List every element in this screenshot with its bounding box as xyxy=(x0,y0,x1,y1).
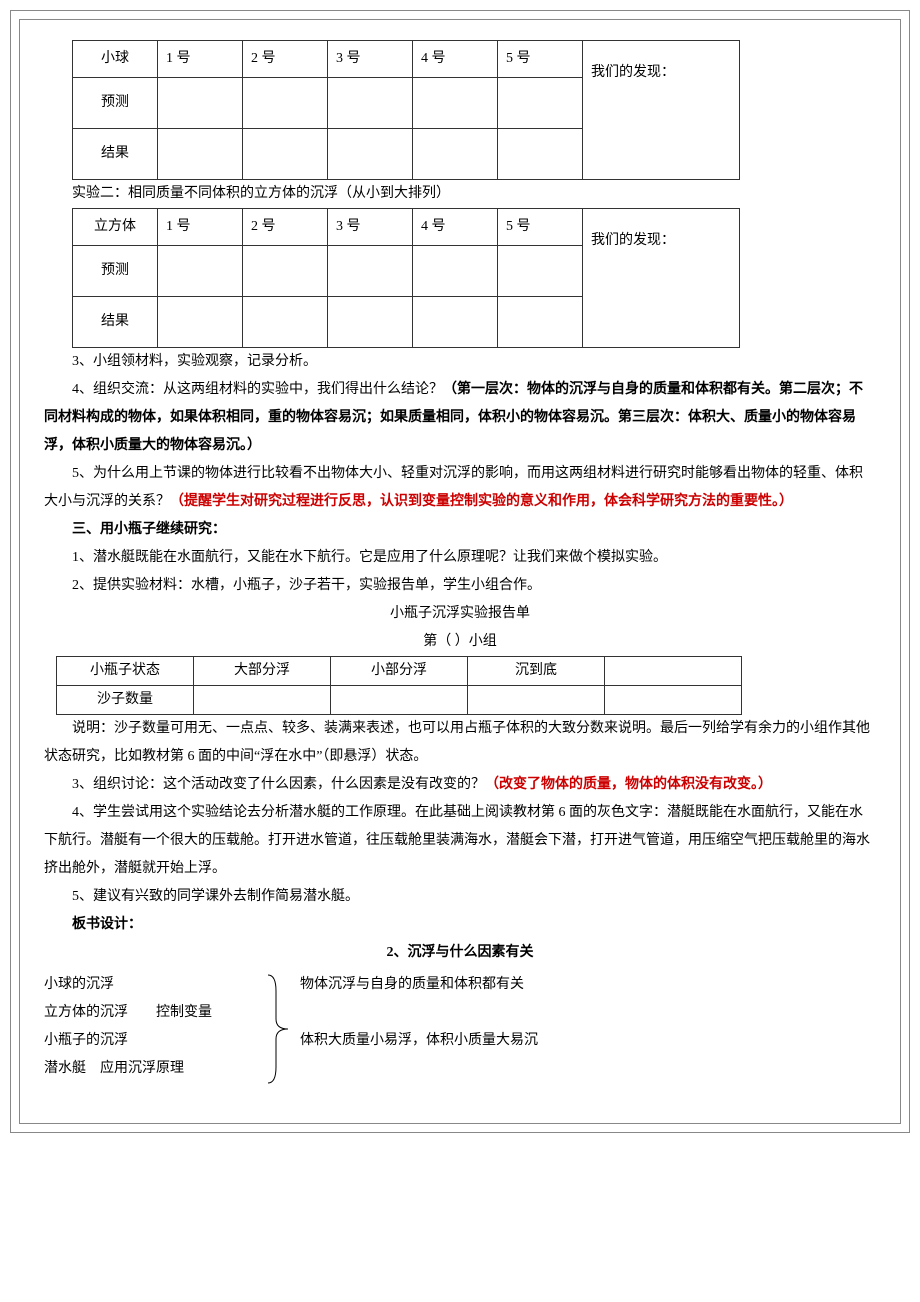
t2-cell xyxy=(413,297,498,348)
board-left: 小球的沉浮 立方体的沉浮 控制变量 小瓶子的沉浮 潜水艇 应用沉浮原理 xyxy=(44,971,264,1083)
t1-cell xyxy=(243,78,328,129)
t2-row3-label: 结果 xyxy=(73,297,158,348)
note1: 说明：沙子数量可用无、一点点、较多、装满来表述，也可以用占瓶子体积的大致分数来说… xyxy=(44,715,876,771)
t1-cell xyxy=(498,129,583,180)
board-right-1: 物体沉浮与自身的质量和体积都有关 xyxy=(300,971,538,999)
group-line: 第（ ）小组 xyxy=(44,628,876,656)
discussion-3: 3、组织讨论：这个活动改变了什么因素，什么因素是没有改变的？（改变了物体的质量，… xyxy=(44,771,876,799)
t1-cell xyxy=(328,129,413,180)
t1-cell xyxy=(158,78,243,129)
board-right-2: 体积大质量小易浮，体积小质量大易沉 xyxy=(300,1027,538,1055)
t1-h-5: 5 号 xyxy=(498,41,583,78)
board-left-2: 立方体的沉浮 控制变量 xyxy=(44,999,264,1027)
board-block: 小球的沉浮 立方体的沉浮 控制变量 小瓶子的沉浮 潜水艇 应用沉浮原理 物体 xyxy=(44,971,876,1083)
t1-h-3: 3 号 xyxy=(328,41,413,78)
state-h-0: 小瓶子状态 xyxy=(57,657,194,686)
discussion-4: 4、学生尝试用这个实验结论去分析潜水艇的工作原理。在此基础上阅读教材第 6 面的… xyxy=(44,799,876,883)
state-h-4 xyxy=(605,657,742,686)
state-h-2: 小部分浮 xyxy=(331,657,468,686)
state-cell xyxy=(331,686,468,715)
t1-h-2: 2 号 xyxy=(243,41,328,78)
t2-h-3: 3 号 xyxy=(328,209,413,246)
board-design-label: 板书设计： xyxy=(44,911,876,939)
discussion-3a: 3、组织讨论：这个活动改变了什么因素，什么因素是没有改变的？ xyxy=(72,777,485,792)
t2-h-2: 2 号 xyxy=(243,209,328,246)
experiment1-table: 小球 1 号 2 号 3 号 4 号 5 号 我们的发现： 预测 xyxy=(72,40,740,180)
t1-h-4: 4 号 xyxy=(413,41,498,78)
state-row2-label: 沙子数量 xyxy=(57,686,194,715)
t1-cell xyxy=(413,78,498,129)
discussion-5: 5、建议有兴致的同学课外去制作简易潜水艇。 xyxy=(44,883,876,911)
t2-cell xyxy=(328,297,413,348)
state-cell xyxy=(468,686,605,715)
state-cell xyxy=(194,686,331,715)
board-right: 物体沉浮与自身的质量和体积都有关 体积大质量小易浮，体积小质量大易沉 xyxy=(296,971,538,1055)
page: 小球 1 号 2 号 3 号 4 号 5 号 我们的发现： 预测 xyxy=(0,0,920,1302)
t2-cell xyxy=(413,246,498,297)
t2-cell xyxy=(243,246,328,297)
section3-p1: 1、潜水艇既能在水面航行，又能在水下航行。它是应用了什么原理呢？让我们来做个模拟… xyxy=(44,544,876,572)
t2-row1-label: 立方体 xyxy=(73,209,158,246)
t2-cell xyxy=(498,246,583,297)
board-left-1: 小球的沉浮 xyxy=(44,971,264,999)
experiment2-table: 立方体 1 号 2 号 3 号 4 号 5 号 我们的发现： 预测 xyxy=(72,208,740,348)
state-h-1: 大部分浮 xyxy=(194,657,331,686)
t2-discover: 我们的发现： xyxy=(583,209,740,348)
t1-cell xyxy=(158,129,243,180)
t2-h-1: 1 号 xyxy=(158,209,243,246)
t2-h-5: 5 号 xyxy=(498,209,583,246)
state-h-3: 沉到底 xyxy=(468,657,605,686)
t1-cell xyxy=(413,129,498,180)
t2-cell xyxy=(158,297,243,348)
inner-frame: 小球 1 号 2 号 3 号 4 号 5 号 我们的发现： 预测 xyxy=(19,19,901,1124)
t2-cell xyxy=(243,297,328,348)
t2-cell xyxy=(328,246,413,297)
bottle-state-table: 小瓶子状态 大部分浮 小部分浮 沉到底 沙子数量 xyxy=(56,656,742,715)
state-cell xyxy=(605,686,742,715)
board-title: 2、沉浮与什么因素有关 xyxy=(44,939,876,967)
para-3: 3、小组领材料，实验观察，记录分析。 xyxy=(44,348,876,376)
t1-row1-label: 小球 xyxy=(73,41,158,78)
t1-discover: 我们的发现： xyxy=(583,41,740,180)
t1-cell xyxy=(243,129,328,180)
t1-cell xyxy=(498,78,583,129)
para-4a: 4、组织交流：从这两组材料的实验中，我们得出什么结论？ xyxy=(72,382,443,397)
para-4: 4、组织交流：从这两组材料的实验中，我们得出什么结论？（第一层次：物体的沉浮与自… xyxy=(44,376,876,460)
board-left-2-text: 立方体的沉浮 xyxy=(44,1005,128,1020)
t1-row2-label: 预测 xyxy=(73,78,158,129)
t2-cell xyxy=(158,246,243,297)
bracket-icon xyxy=(264,973,292,1085)
section3-p2: 2、提供实验材料：水槽，小瓶子，沙子若干，实验报告单，学生小组合作。 xyxy=(44,572,876,600)
t2-cell xyxy=(498,297,583,348)
t2-row2-label: 预测 xyxy=(73,246,158,297)
board-left-3: 小瓶子的沉浮 xyxy=(44,1027,264,1055)
t1-row3-label: 结果 xyxy=(73,129,158,180)
para-5: 5、为什么用上节课的物体进行比较看不出物体大小、轻重对沉浮的影响，而用这两组材料… xyxy=(44,460,876,516)
board-left-4: 潜水艇 应用沉浮原理 xyxy=(44,1055,264,1083)
report-title: 小瓶子沉浮实验报告单 xyxy=(44,600,876,628)
experiment2-intro: 实验二：相同质量不同体积的立方体的沉浮（从小到大排列） xyxy=(44,180,876,208)
t1-cell xyxy=(328,78,413,129)
outer-frame: 小球 1 号 2 号 3 号 4 号 5 号 我们的发现： 预测 xyxy=(10,10,910,1133)
discussion-3b: （改变了物体的质量，物体的体积没有改变。） xyxy=(485,777,772,792)
board-control: 控制变量 xyxy=(156,1005,212,1020)
para-5b: （提醒学生对研究过程进行反思，认识到变量控制实验的意义和作用，体会科学研究方法的… xyxy=(170,494,793,509)
t1-h-1: 1 号 xyxy=(158,41,243,78)
section3-title: 三、用小瓶子继续研究： xyxy=(44,516,876,544)
t2-h-4: 4 号 xyxy=(413,209,498,246)
